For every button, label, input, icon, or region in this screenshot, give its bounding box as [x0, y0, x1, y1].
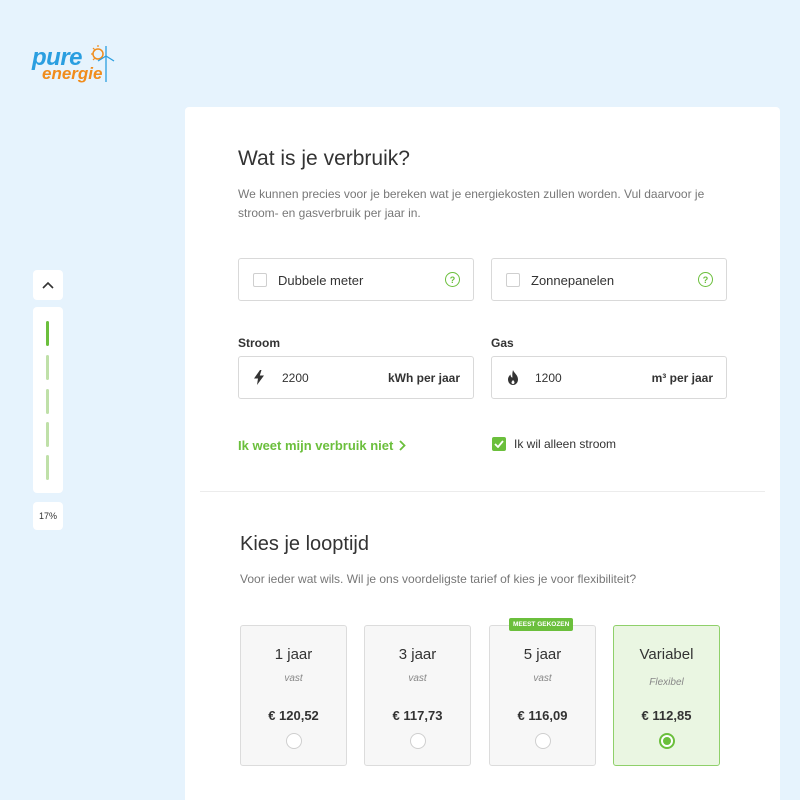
plan-radio[interactable]	[286, 733, 302, 749]
plan-subtitle: vast	[284, 673, 303, 684]
stroom-unit: kWh per jaar	[387, 371, 460, 385]
plan-card-5-jaar[interactable]: MEEST GEKOZEN 5 jaar vast € 116,09	[489, 618, 596, 766]
unknown-usage-link[interactable]: Ik weet mijn verbruik niet	[238, 438, 407, 453]
progress-step	[46, 355, 49, 380]
usage-title: Wat is je verbruik?	[238, 147, 410, 170]
plan-card-variabel[interactable]: Variabel Flexibel € 112,85	[613, 625, 720, 766]
plan-price: € 116,09	[517, 708, 568, 723]
progress-percentage: 17%	[33, 502, 63, 530]
plan-card-1-jaar[interactable]: 1 jaar vast € 120,52	[240, 625, 347, 766]
chevron-up-icon	[42, 281, 54, 289]
plan-radio[interactable]	[535, 733, 551, 749]
plan-title: 3 jaar	[398, 646, 437, 663]
solar-panels-label: Zonnepanelen	[531, 273, 615, 288]
plan-card-3-jaar[interactable]: 3 jaar vast € 117,73	[364, 625, 471, 766]
double-meter-label: Dubbele meter	[278, 273, 364, 288]
plan-subtitle: vast	[533, 673, 552, 684]
plan-title: 1 jaar	[274, 646, 313, 663]
plan-price: € 117,73	[392, 708, 443, 723]
pure-energie-logo: pure energie	[32, 44, 116, 88]
term-description: Voor ieder wat wils. Wil je ons voordeli…	[240, 572, 637, 586]
gas-input[interactable]: 1200 m³ per jaar	[491, 356, 727, 399]
help-icon[interactable]: ?	[698, 272, 713, 287]
unknown-usage-link-label: Ik weet mijn verbruik niet	[238, 438, 394, 453]
progress-steps	[33, 307, 63, 493]
double-meter-option[interactable]: Dubbele meter ?	[238, 258, 474, 301]
only-electricity-checkbox[interactable]	[492, 437, 506, 451]
only-electricity-label: Ik wil alleen stroom	[514, 437, 617, 451]
main-card: Wat is je verbruik? We kunnen precies vo…	[185, 107, 780, 800]
progress-step	[46, 389, 49, 414]
progress-step	[46, 455, 49, 480]
most-chosen-badge: MEEST GEKOZEN	[509, 618, 574, 631]
plan-title: Variabel	[639, 646, 694, 663]
term-title: Kies je looptijd	[240, 533, 369, 555]
lightning-icon	[254, 370, 264, 385]
gas-value: 1200	[535, 371, 562, 385]
plan-radio[interactable]	[410, 733, 426, 749]
stroom-value: 2200	[282, 371, 309, 385]
progress-step	[46, 422, 49, 447]
stroom-label: Stroom	[238, 336, 280, 350]
checkmark-icon	[494, 440, 504, 448]
help-icon[interactable]: ?	[445, 272, 460, 287]
chevron-right-icon	[399, 440, 407, 451]
solar-panels-option[interactable]: Zonnepanelen ?	[491, 258, 727, 301]
gas-label: Gas	[491, 336, 514, 350]
progress-step	[46, 321, 49, 346]
gas-unit: m³ per jaar	[651, 371, 713, 385]
usage-description: We kunnen precies voor je bereken wat je…	[238, 187, 705, 220]
plan-subtitle: Flexibel	[649, 677, 684, 688]
scroll-up-button[interactable]	[33, 270, 63, 300]
windmill-sun-icon	[91, 45, 115, 82]
flame-icon	[508, 370, 518, 385]
plan-title: 5 jaar	[523, 646, 562, 663]
plan-radio-selected[interactable]	[659, 733, 675, 749]
plan-subtitle: vast	[408, 673, 427, 684]
solar-panels-checkbox[interactable]	[506, 273, 520, 287]
plan-price: € 120,52	[268, 708, 319, 723]
section-divider	[200, 491, 765, 492]
plan-price: € 112,85	[641, 708, 692, 723]
double-meter-checkbox[interactable]	[253, 273, 267, 287]
only-electricity-option[interactable]: Ik wil alleen stroom	[492, 437, 616, 451]
stroom-input[interactable]: 2200 kWh per jaar	[238, 356, 474, 399]
